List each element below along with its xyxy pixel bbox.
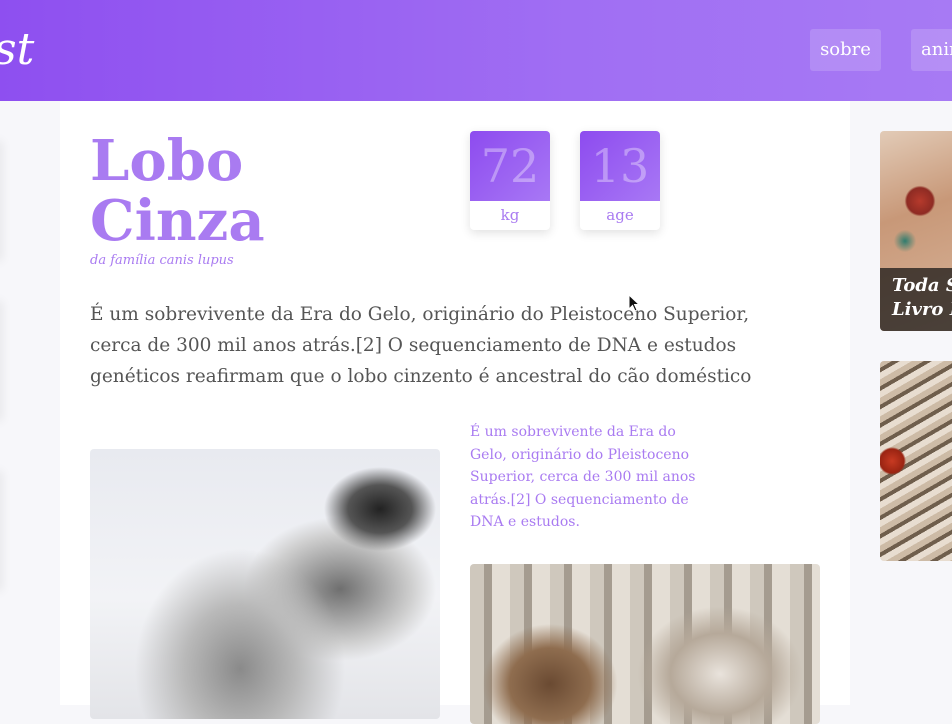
stat-weight: 72 kg	[470, 131, 550, 230]
mouse-cursor-icon	[628, 294, 640, 312]
side-note: É um sobrevivente da Era do Gelo, origin…	[470, 424, 696, 530]
title-line: Lobo	[90, 128, 244, 194]
wolves-pair-photo	[470, 564, 820, 724]
intro-paragraph: É um sobrevivente da Era do Gelo, origin…	[90, 304, 752, 387]
howling-wolf-photo	[90, 449, 440, 719]
page-subtitle: da família canis lupus	[90, 253, 234, 268]
site-header: st sobre animais	[0, 0, 952, 101]
stat-age-value: 13	[580, 131, 660, 201]
stat-weight-value: 72	[470, 131, 550, 201]
stat-age-unit: age	[606, 206, 634, 224]
sidebar-card-tattoo[interactable]: Toda S Livro I	[880, 131, 952, 331]
caption-line: Livro I	[892, 299, 952, 320]
page-title: Lobo Cinza	[90, 131, 265, 251]
stat-weight-unit: kg	[500, 206, 520, 224]
site-logo[interactable]: st	[0, 22, 34, 78]
left-carousel-edge	[0, 101, 12, 705]
stat-age: 13 age	[580, 131, 660, 230]
nav-item-sobre[interactable]: sobre	[810, 29, 881, 71]
nav-item-animais[interactable]: animais	[911, 29, 952, 71]
sidebar-card-caption: Toda S Livro I	[880, 268, 952, 331]
article-card: Lobo Cinza da família canis lupus 72 kg …	[60, 101, 850, 724]
sidebar-card-owl[interactable]	[880, 361, 952, 561]
title-line: Cinza	[90, 188, 265, 254]
caption-line: Toda S	[892, 275, 952, 296]
